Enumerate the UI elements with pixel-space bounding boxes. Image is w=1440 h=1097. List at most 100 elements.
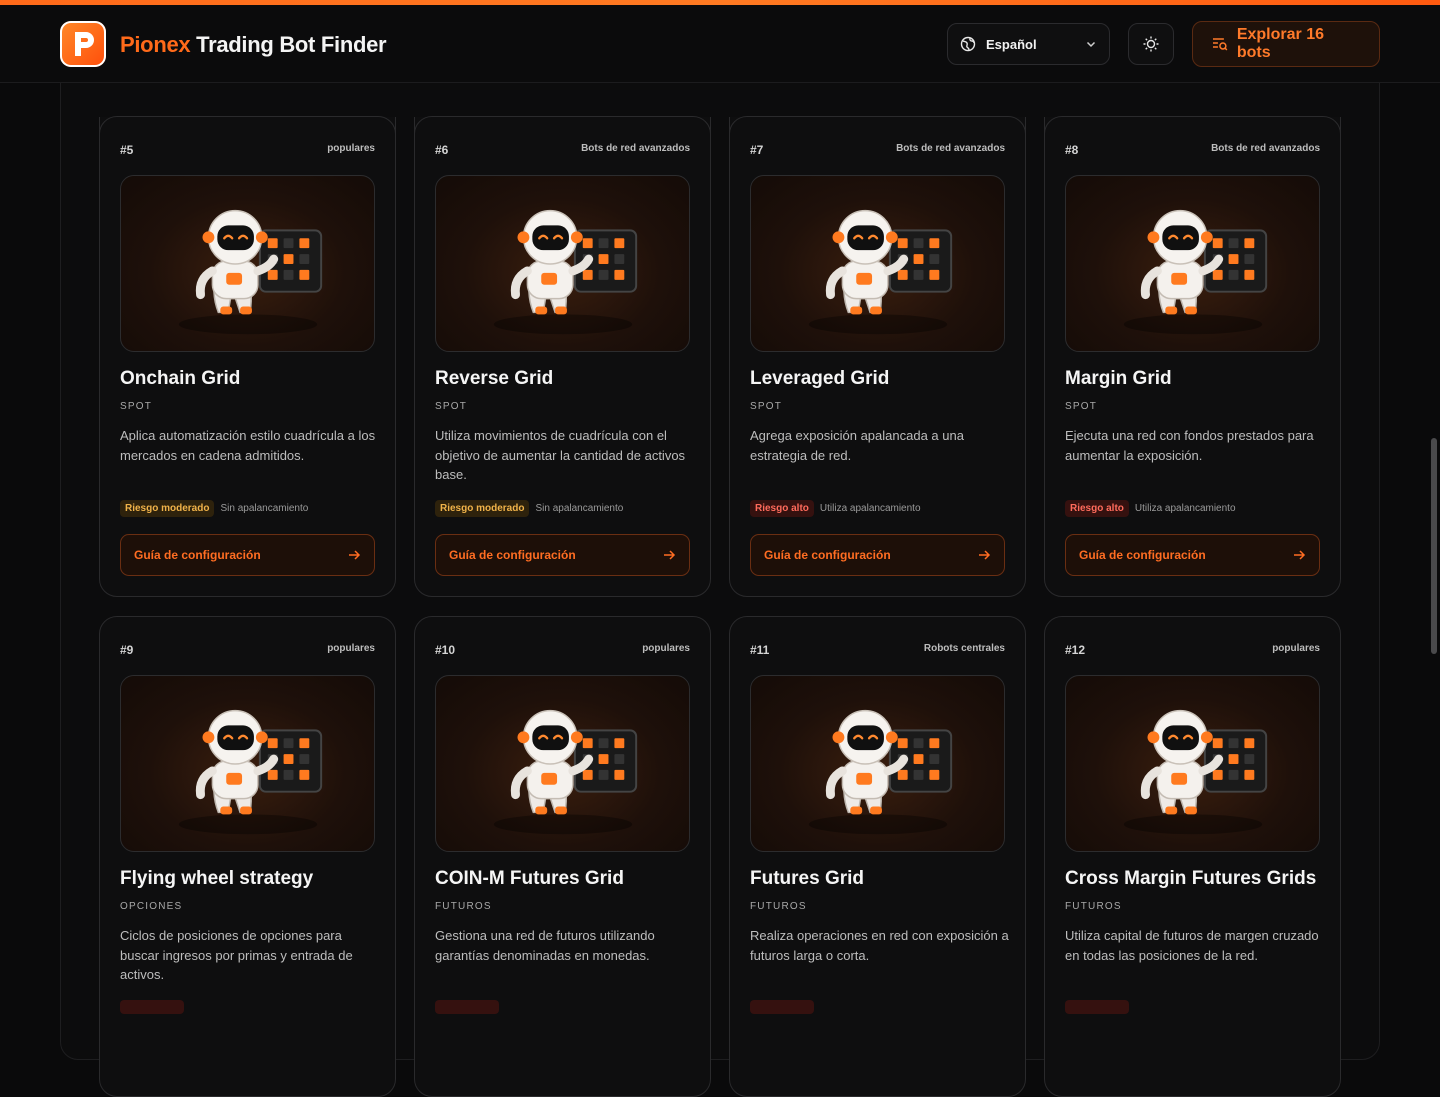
bot-category: populares — [642, 643, 690, 654]
bot-card-margin-grid[interactable]: #8 Bots de red avanzados Margin Grid SPO… — [1044, 116, 1341, 597]
robot-illustration — [120, 175, 375, 352]
bot-description: Ejecuta una red con fondos prestados par… — [1065, 428, 1314, 463]
robot-icon — [808, 709, 953, 835]
leverage-label: Sin apalancamiento — [220, 503, 309, 514]
setup-guide-label: Guía de configuración — [134, 548, 261, 562]
bot-index: #8 — [1065, 143, 1079, 157]
bot-index: #10 — [435, 643, 456, 657]
robot-illustration — [750, 675, 1005, 852]
bot-title: Cross Margin Futures Grids — [1065, 868, 1317, 889]
bot-category: Bots de red avanzados — [896, 143, 1005, 154]
leverage-label: Utiliza apalancamiento — [1134, 503, 1236, 514]
robot-icon — [178, 709, 323, 835]
robot-icon — [808, 209, 953, 335]
robot-icon — [493, 209, 638, 335]
robot-illustration — [1065, 175, 1320, 352]
risk-badge: Riesgo alto — [1065, 500, 1129, 517]
bot-market-type: SPOT — [1065, 401, 1098, 412]
bot-market-type: FUTUROS — [1065, 901, 1122, 912]
language-label: Español — [986, 36, 1037, 52]
bot-card-leveraged-grid[interactable]: #7 Bots de red avanzados Leveraged Grid … — [729, 116, 1026, 597]
setup-guide-label: Guía de configuración — [764, 548, 891, 562]
bot-description: Utiliza capital de futuros de margen cru… — [1065, 928, 1319, 963]
bot-market-type: OPCIONES — [120, 901, 183, 912]
bot-category: populares — [327, 643, 375, 654]
language-select[interactable]: Español — [947, 23, 1110, 65]
bot-tags — [435, 1000, 505, 1014]
arrow-right-icon — [664, 550, 676, 560]
app-title[interactable]: Pionex Trading Bot Finder — [120, 32, 387, 58]
robot-illustration — [435, 675, 690, 852]
arrow-right-icon — [1294, 550, 1306, 560]
bot-category: populares — [1272, 643, 1320, 654]
setup-guide-button[interactable]: Guía de configuración — [750, 534, 1005, 576]
risk-badge — [1065, 1000, 1129, 1014]
bot-card-futures-grid[interactable]: #11 Robots centrales Futures Grid FUTURO… — [729, 616, 1026, 1097]
bot-title: Reverse Grid — [435, 368, 554, 389]
top-header: Pionex Trading Bot Finder Español Explor… — [0, 5, 1440, 83]
bot-tags: Riesgo alto Utiliza apalancamiento — [750, 500, 921, 517]
robot-illustration — [1065, 675, 1320, 852]
bot-market-type: SPOT — [750, 401, 783, 412]
risk-badge: Riesgo alto — [750, 500, 814, 517]
setup-guide-button[interactable]: Guía de configuración — [120, 534, 375, 576]
setup-guide-label: Guía de configuración — [449, 548, 576, 562]
bot-market-type: FUTUROS — [435, 901, 492, 912]
robot-icon — [1123, 209, 1268, 335]
bot-category: Bots de red avanzados — [1211, 143, 1320, 154]
bot-description: Gestiona una red de futuros utilizando g… — [435, 928, 655, 963]
bot-card-onchain-grid[interactable]: #5 populares Onchain Grid SPOT Aplica au… — [99, 116, 396, 597]
bot-tags: Riesgo moderado Sin apalancamiento — [120, 500, 308, 517]
bot-description: Realiza operaciones en red con exposició… — [750, 928, 1009, 963]
risk-badge: Riesgo moderado — [120, 500, 215, 517]
bot-index: #7 — [750, 143, 764, 157]
bot-market-type: FUTUROS — [750, 901, 807, 912]
globe-icon — [960, 36, 976, 52]
bot-description: Utiliza movimientos de cuadrícula con el… — [435, 428, 686, 482]
bot-title: COIN-M Futures Grid — [435, 868, 624, 889]
page-scrollbar[interactable] — [1431, 438, 1437, 654]
bot-description: Ciclos de posiciones de opciones para bu… — [120, 928, 353, 982]
leverage-label: Utiliza apalancamiento — [819, 503, 921, 514]
bot-title: Leveraged Grid — [750, 368, 890, 389]
arrow-right-icon — [349, 550, 361, 560]
bot-card-reverse-grid[interactable]: #6 Bots de red avanzados Reverse Grid SP… — [414, 116, 711, 597]
bot-index: #11 — [750, 643, 770, 657]
explore-bots-button[interactable]: Explorar 16 bots — [1192, 21, 1380, 67]
bot-market-type: SPOT — [120, 401, 153, 412]
bot-card-flying-wheel-strategy[interactable]: #9 populares Flying wheel strategy OPCIO… — [99, 616, 396, 1097]
risk-badge — [750, 1000, 814, 1014]
robot-illustration — [750, 175, 1005, 352]
bot-title: Flying wheel strategy — [120, 868, 314, 889]
explore-label: Explorar 16 bots — [1236, 26, 1324, 61]
bot-category: Robots centrales — [923, 643, 1005, 654]
bot-category: populares — [327, 143, 375, 154]
bot-tags: Riesgo alto Utiliza apalancamiento — [1065, 500, 1236, 517]
setup-guide-button[interactable]: Guía de configuración — [435, 534, 690, 576]
setup-guide-button[interactable]: Guía de configuración — [1065, 534, 1320, 576]
bot-tags — [750, 1000, 820, 1014]
robot-illustration — [120, 675, 375, 852]
bot-card-cross-margin-futures-grids[interactable]: #12 populares Cross Margin Futures Grids… — [1044, 616, 1341, 1097]
robot-icon — [1123, 709, 1268, 835]
bot-index: #5 — [120, 143, 134, 157]
bot-tags: Riesgo moderado Sin apalancamiento — [435, 500, 623, 517]
search-list-icon — [1212, 38, 1228, 51]
theme-toggle-button[interactable] — [1128, 23, 1174, 65]
bot-index: #9 — [120, 643, 134, 657]
robot-illustration — [435, 175, 690, 352]
bot-index: #12 — [1065, 643, 1086, 657]
chevron-down-icon — [1086, 41, 1096, 48]
pionex-logo-icon[interactable] — [60, 21, 106, 67]
arrow-right-icon — [979, 550, 991, 560]
bot-title: Futures Grid — [750, 868, 865, 889]
bot-title: Onchain Grid — [120, 368, 241, 389]
bot-description: Aplica automatización estilo cuadrícula … — [120, 428, 376, 463]
sun-icon — [1143, 36, 1159, 52]
robot-icon — [493, 709, 638, 835]
bot-card-coin-m-futures-grid[interactable]: #10 populares COIN-M Futures Grid FUTURO… — [414, 616, 711, 1097]
bot-description: Agrega exposición apalancada a una estra… — [750, 428, 964, 463]
bot-tags — [1065, 1000, 1135, 1014]
risk-badge — [435, 1000, 499, 1014]
risk-badge — [120, 1000, 184, 1014]
